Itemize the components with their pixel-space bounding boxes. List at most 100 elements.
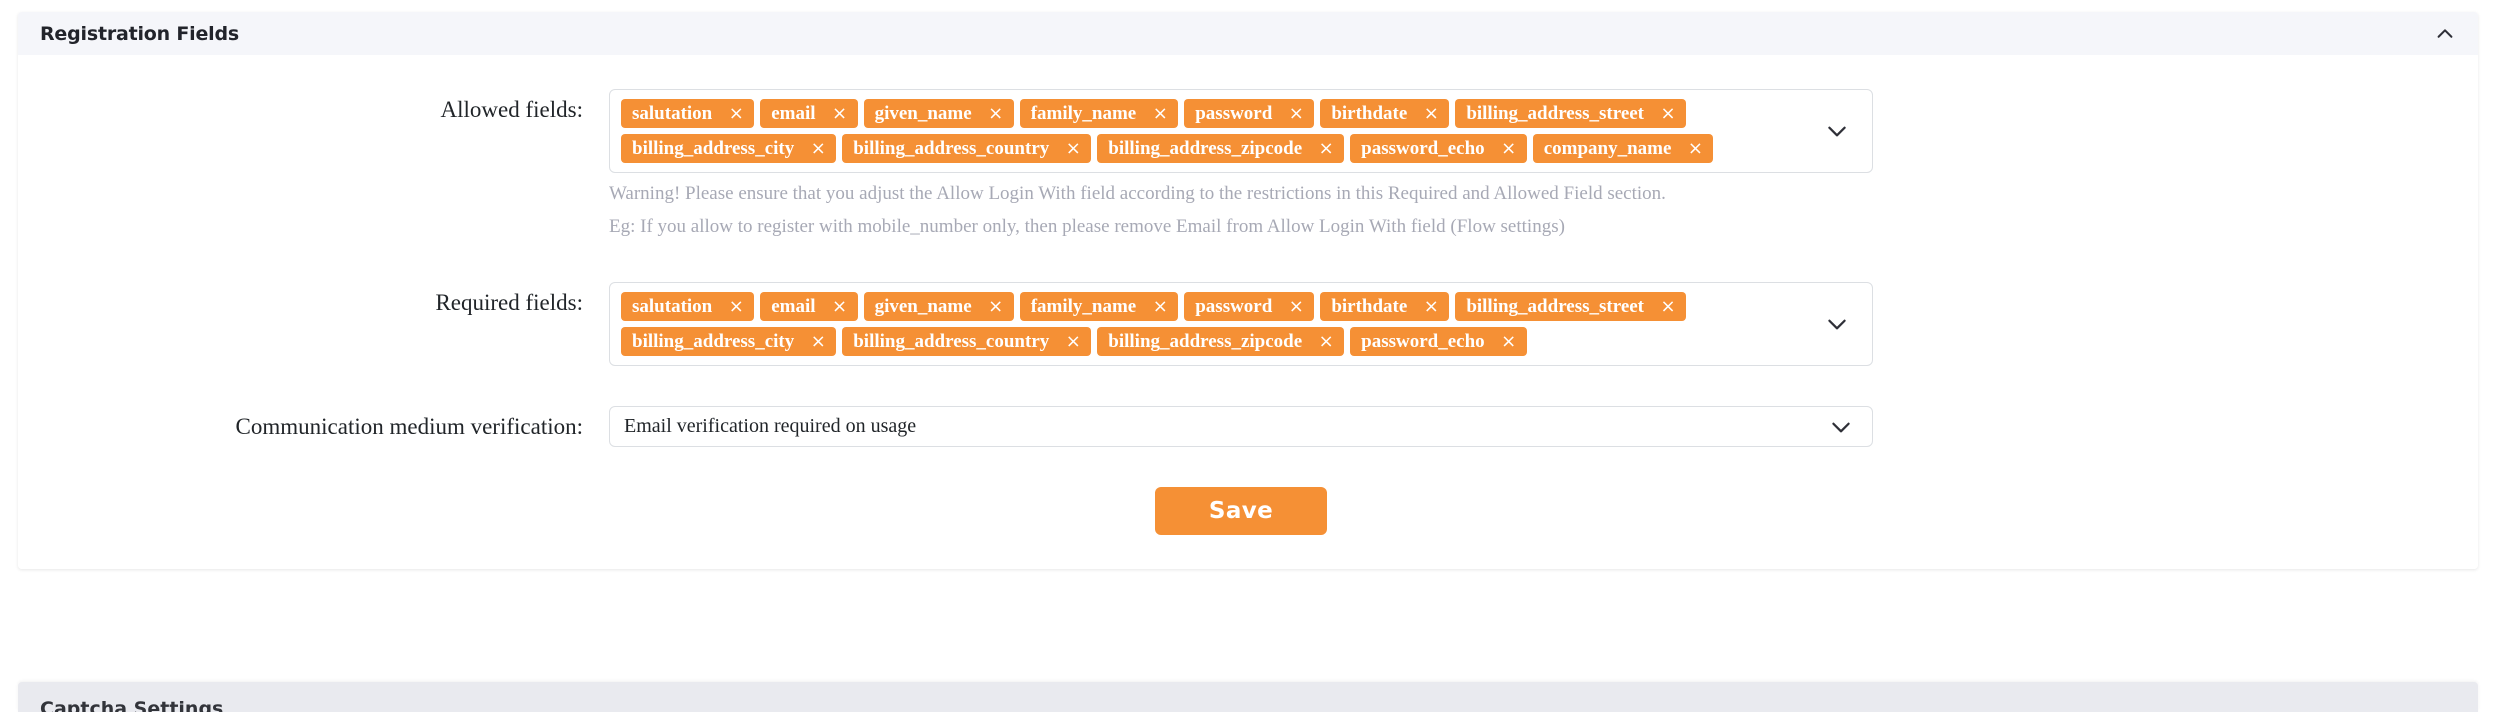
tag-label: password_echo bbox=[1361, 331, 1485, 352]
tag-label: given_name bbox=[874, 103, 972, 124]
tag-remove-icon[interactable]: × bbox=[1658, 297, 1678, 317]
tag-chip: password_echo × bbox=[1350, 134, 1527, 163]
allowed-fields-control: salutation × email × given_name × family_name ×… bbox=[609, 89, 1873, 236]
tag-chip: salutation × bbox=[621, 99, 755, 128]
tag-chip: email × bbox=[760, 292, 858, 321]
tag-remove-icon[interactable]: × bbox=[1150, 297, 1170, 317]
tag-label: billing_address_zipcode bbox=[1108, 138, 1303, 159]
allowed-fields-tag-list: salutation × email × given_name × family_name ×… bbox=[621, 99, 1806, 163]
tag-label: given_name bbox=[874, 296, 972, 317]
tag-label: billing_address_street bbox=[1466, 103, 1645, 124]
tag-chip: billing_address_zipcode × bbox=[1097, 134, 1345, 163]
chevron-down-icon[interactable] bbox=[1824, 118, 1850, 144]
save-row: Save bbox=[18, 487, 2478, 535]
registration-fields-panel: Registration Fields Allowed fields: salu… bbox=[18, 12, 2478, 569]
tag-chip: billing_address_city × bbox=[621, 134, 837, 163]
tag-remove-icon[interactable]: × bbox=[1150, 104, 1170, 124]
tag-remove-icon[interactable]: × bbox=[986, 104, 1006, 124]
select-selected-value: Email verification required on usage bbox=[624, 415, 917, 437]
tag-remove-icon[interactable]: × bbox=[726, 297, 746, 317]
tag-chip: birthdate × bbox=[1320, 292, 1450, 321]
save-button-wrapper: Save bbox=[609, 487, 1873, 535]
tag-chip: password × bbox=[1184, 292, 1315, 321]
tag-label: family_name bbox=[1030, 103, 1137, 124]
tag-label: company_name bbox=[1543, 138, 1672, 159]
tag-chip: family_name × bbox=[1019, 292, 1179, 321]
tag-chip: family_name × bbox=[1019, 99, 1179, 128]
required-fields-row: Required fields: salutation × email × given_… bbox=[18, 282, 2478, 366]
tag-chip: password_echo × bbox=[1350, 327, 1527, 356]
tag-remove-icon[interactable]: × bbox=[986, 297, 1006, 317]
captcha-settings-title: Captcha Settings bbox=[40, 698, 224, 712]
tag-remove-icon[interactable]: × bbox=[1658, 104, 1678, 124]
tag-label: email bbox=[771, 296, 816, 317]
tag-remove-icon[interactable]: × bbox=[1685, 139, 1705, 159]
communication-medium-verification-row: Communication medium verification: Email… bbox=[18, 406, 2478, 447]
tag-remove-icon[interactable]: × bbox=[726, 104, 746, 124]
chevron-up-icon[interactable] bbox=[2434, 23, 2456, 45]
tag-label: password bbox=[1195, 296, 1273, 317]
tag-label: password_echo bbox=[1361, 138, 1485, 159]
tag-chip: given_name × bbox=[863, 99, 1014, 128]
tag-label: billing_address_street bbox=[1466, 296, 1645, 317]
registration-fields-page: Registration Fields Allowed fields: salu… bbox=[0, 0, 2496, 712]
allowed-fields-help: Warning! Please ensure that you adjust t… bbox=[609, 184, 1873, 236]
tag-chip: password × bbox=[1184, 99, 1315, 128]
tag-label: billing_address_zipcode bbox=[1108, 331, 1303, 352]
tag-chip: billing_address_street × bbox=[1455, 99, 1687, 128]
communication-medium-verification-select[interactable]: Email verification required on usage bbox=[609, 406, 1873, 447]
tag-label: family_name bbox=[1030, 296, 1137, 317]
tag-label: billing_address_city bbox=[632, 138, 795, 159]
warning-text-line-1: Warning! Please ensure that you adjust t… bbox=[609, 183, 1666, 204]
tag-chip: billing_address_street × bbox=[1455, 292, 1687, 321]
allowed-fields-label: Allowed fields: bbox=[440, 97, 583, 122]
tag-chip: company_name × bbox=[1532, 134, 1714, 163]
save-button[interactable]: Save bbox=[1155, 487, 1327, 535]
panel-body: Allowed fields: salutation × email × given_n… bbox=[18, 55, 2478, 569]
tag-chip: billing_address_zipcode × bbox=[1097, 327, 1345, 356]
tag-remove-icon[interactable]: × bbox=[1316, 332, 1336, 352]
chevron-down-icon[interactable] bbox=[1824, 311, 1850, 337]
tag-remove-icon[interactable]: × bbox=[1286, 104, 1306, 124]
tag-label: billing_address_country bbox=[853, 138, 1050, 159]
captcha-settings-panel-header[interactable]: Captcha Settings bbox=[18, 682, 2478, 712]
tag-label: email bbox=[771, 103, 816, 124]
tag-chip: billing_address_city × bbox=[621, 327, 837, 356]
tag-remove-icon[interactable]: × bbox=[1499, 332, 1519, 352]
panel-header[interactable]: Registration Fields bbox=[18, 12, 2478, 55]
tag-remove-icon[interactable]: × bbox=[808, 139, 828, 159]
tag-chip: given_name × bbox=[863, 292, 1014, 321]
tag-remove-icon[interactable]: × bbox=[830, 297, 850, 317]
tag-remove-icon[interactable]: × bbox=[1063, 332, 1083, 352]
tag-remove-icon[interactable]: × bbox=[808, 332, 828, 352]
tag-label: billing_address_country bbox=[853, 331, 1050, 352]
communication-medium-verification-control: Email verification required on usage bbox=[609, 406, 1873, 447]
required-fields-tag-list: salutation × email × given_name × family_name ×… bbox=[621, 292, 1806, 356]
page-title: Registration Fields bbox=[40, 22, 240, 45]
tag-chip: email × bbox=[760, 99, 858, 128]
tag-label: billing_address_city bbox=[632, 331, 795, 352]
chevron-down-icon[interactable] bbox=[1828, 414, 1854, 440]
tag-chip: salutation × bbox=[621, 292, 755, 321]
tag-chip: billing_address_country × bbox=[842, 327, 1092, 356]
tag-chip: birthdate × bbox=[1320, 99, 1450, 128]
tag-label: birthdate bbox=[1331, 103, 1408, 124]
required-fields-tag-input[interactable]: salutation × email × given_name × family_name ×… bbox=[609, 282, 1873, 366]
tag-remove-icon[interactable]: × bbox=[1063, 139, 1083, 159]
tag-remove-icon[interactable]: × bbox=[1316, 139, 1336, 159]
required-fields-label: Required fields: bbox=[435, 290, 583, 315]
tag-label: salutation bbox=[632, 296, 713, 317]
allowed-fields-tag-input[interactable]: salutation × email × given_name × family_name ×… bbox=[609, 89, 1873, 173]
tag-remove-icon[interactable]: × bbox=[830, 104, 850, 124]
required-fields-control: salutation × email × given_name × family_name ×… bbox=[609, 282, 1873, 366]
communication-medium-verification-label: Communication medium verification: bbox=[235, 414, 583, 439]
tag-label: password bbox=[1195, 103, 1273, 124]
tag-remove-icon[interactable]: × bbox=[1421, 104, 1441, 124]
tag-remove-icon[interactable]: × bbox=[1286, 297, 1306, 317]
tag-remove-icon[interactable]: × bbox=[1499, 139, 1519, 159]
tag-label: salutation bbox=[632, 103, 713, 124]
tag-remove-icon[interactable]: × bbox=[1421, 297, 1441, 317]
